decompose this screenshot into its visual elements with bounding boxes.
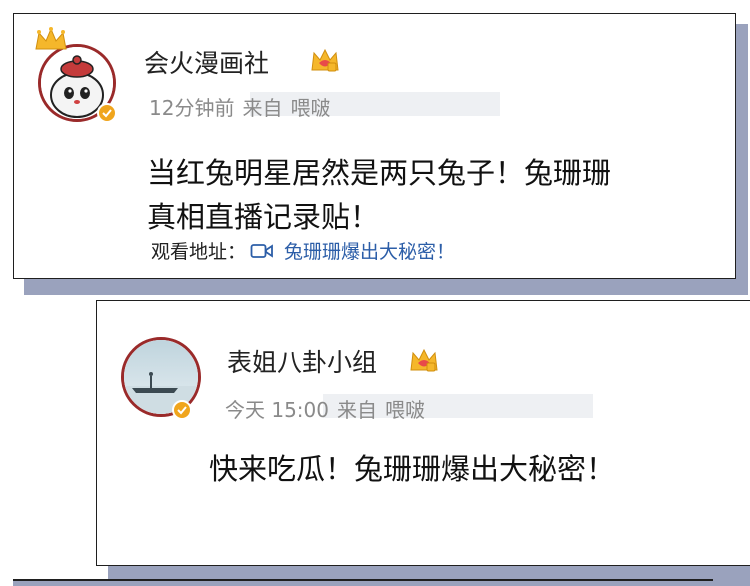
timestamp: 12分钟前	[149, 96, 235, 120]
source-link[interactable]: 喂啵	[385, 398, 425, 422]
post-text-line1: 当红兔明星居然是两只兔子！兔珊珊	[147, 156, 612, 190]
watch-row: 观看地址： 兔珊珊爆出大秘密！	[151, 237, 455, 264]
username[interactable]: 表姐八卦小组	[227, 343, 377, 379]
verified-badge-icon	[172, 400, 192, 420]
verified-badge-icon	[97, 103, 117, 123]
vip-crown-icon	[410, 348, 438, 372]
crown-decoration-icon	[35, 27, 67, 50]
timestamp: 今天 15:00	[225, 398, 329, 422]
post-card: 会火漫画社 12分钟前 来自 喂啵 当红兔明星居然是两只兔子！兔珊珊 真相直播记录贴…	[13, 13, 736, 279]
post-text-line2: 真相直播记录贴！	[147, 200, 380, 234]
post-card: 表姐八卦小组 今天 15:00 来自 喂啵 快来吃瓜！兔珊珊爆出大秘密！	[96, 300, 750, 566]
post-meta: 今天 15:00 来自 喂啵	[225, 394, 433, 423]
post-meta: 12分钟前 来自 喂啵	[149, 92, 338, 121]
avatar[interactable]	[121, 337, 201, 420]
next-card-edge	[13, 580, 750, 586]
from-label: 来自	[337, 398, 377, 422]
vip-crown-icon	[311, 48, 339, 72]
post-text: 快来吃瓜！兔珊珊爆出大秘密！	[209, 452, 616, 486]
next-card-border	[13, 579, 713, 581]
from-label: 来自	[242, 96, 283, 120]
video-icon	[250, 243, 273, 258]
username[interactable]: 会火漫画社	[144, 44, 269, 80]
source-link[interactable]: 喂啵	[290, 96, 330, 120]
watch-link[interactable]: 兔珊珊爆出大秘密！	[284, 237, 455, 264]
watch-label: 观看地址：	[151, 241, 247, 263]
avatar[interactable]	[35, 27, 117, 123]
